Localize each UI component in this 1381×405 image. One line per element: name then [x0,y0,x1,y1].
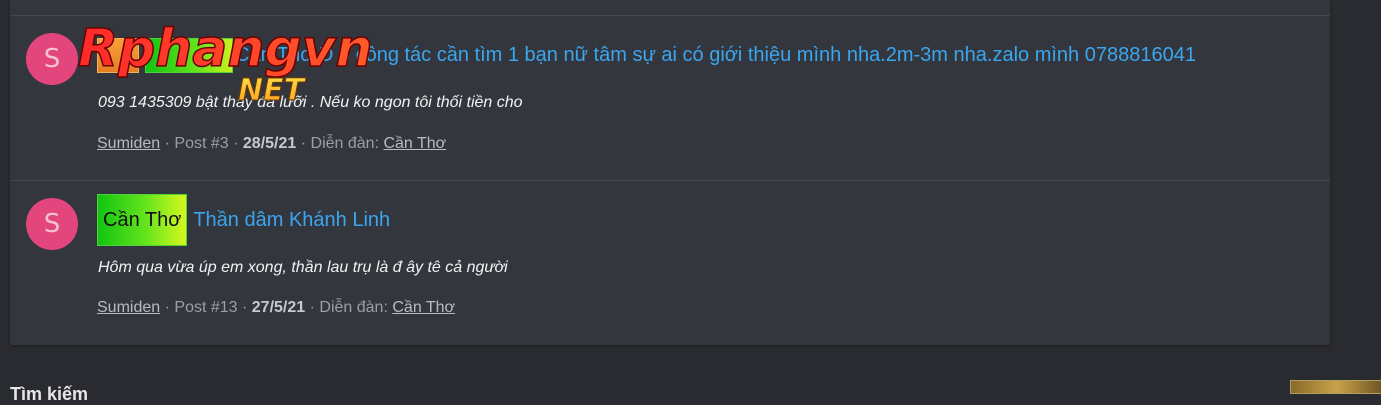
prefix-tag-green [145,38,233,73]
meta-separator: · [309,299,320,316]
search-results-panel: S Cần Thơ Đ ô công tác cần tìm 1 bạn nữ … [10,0,1330,345]
forum-link[interactable]: Cần Thơ [383,135,446,152]
result-meta: Sumiden · Post #13 · 27/5/21 · Diễn đàn:… [97,299,455,317]
result-meta: Sumiden · Post #3 · 28/5/21 · Diễn đàn: … [97,135,446,153]
avatar[interactable]: S [26,33,78,85]
meta-separator: · [164,135,175,152]
result-title-line: Cần Thơ Đ ô công tác cần tìm 1 bạn nữ tâ… [97,38,1200,73]
avatar[interactable]: S [26,198,78,250]
meta-separator: · [242,299,252,316]
meta-separator: · [164,299,175,316]
section-heading-partial: Tìm kiếm [10,384,89,404]
result-snippet: 093 1435309 bật thấy đá lưỡi . Nếu ko ng… [98,94,523,111]
forum-link[interactable]: Cần Thơ [392,299,455,316]
result-item: S Cần Thơ Thần dâm Khánh Linh Hôm qua vừ… [10,181,1330,345]
result-title-link[interactable]: Thần dâm Khánh Linh [193,209,390,232]
forum-label: Diễn đàn: [319,299,388,316]
result-title-link[interactable]: Cần Thơ Đ ô công tác cần tìm 1 bạn nữ tâ… [235,44,1196,67]
post-date: 28/5/21 [242,135,297,152]
prefix-tag[interactable]: Cần Thơ [97,194,188,246]
meta-separator: · [233,135,243,152]
author-link[interactable]: Sumiden [97,135,160,152]
post-number: Post #3 [174,135,229,152]
forum-label: Diễn đàn: [310,135,380,152]
author-link[interactable]: Sumiden [97,299,160,316]
post-number: Post #13 [174,299,238,316]
result-snippet: Hôm qua vừa úp em xong, thần lau trụ là … [98,259,508,276]
prefix-tag-orange [97,38,139,73]
result-title-line: Cần Thơ Thần dâm Khánh Linh [97,194,390,246]
post-date: 27/5/21 [251,299,306,316]
result-item: S Cần Thơ Đ ô công tác cần tìm 1 bạn nữ … [10,16,1330,180]
meta-separator: · [300,135,311,152]
